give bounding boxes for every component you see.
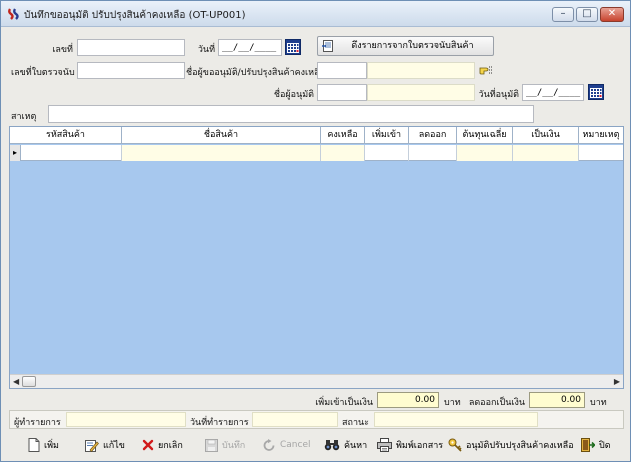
state-label: สถานะ	[342, 418, 369, 428]
maximize-button[interactable]: □	[576, 7, 598, 22]
date-label: วันที่	[197, 45, 215, 55]
edit-icon	[85, 440, 99, 452]
creator-label: ผู้ทำรายการ	[14, 418, 61, 428]
decrease-currency: บาท	[590, 398, 607, 408]
add-button[interactable]: เพิ่ม	[28, 435, 59, 455]
cell-amount	[513, 145, 579, 161]
col-header-product-code[interactable]: รหัสสินค้า	[10, 127, 122, 144]
close-button-label: ปิด	[599, 441, 611, 451]
grid-header: รหัสสินค้า ชื่อสินค้า คงเหลือ เพิ่มเข้า …	[10, 127, 623, 144]
scroll-right-icon[interactable]: ▶	[614, 377, 620, 386]
approver-name-field	[367, 84, 475, 101]
remark-label: สาเหตุ	[11, 112, 37, 122]
exit-door-icon	[581, 438, 595, 452]
col-header-amount[interactable]: เป็นเงิน	[513, 127, 579, 144]
cancel-button-label: Cancel	[280, 440, 311, 450]
cancel-button[interactable]: Cancel	[263, 435, 311, 455]
approve-button[interactable]: อนุมัติปรับปรุงสินค้าคงเหลือ	[448, 435, 574, 455]
approve-button-label: อนุมัติปรับปรุงสินค้าคงเหลือ	[466, 441, 574, 451]
created-date-field	[252, 412, 338, 427]
cell-avg-cost	[457, 145, 513, 161]
cell-balance	[321, 145, 365, 161]
document-import-icon	[322, 40, 333, 52]
app-logo-icon	[8, 8, 19, 20]
delete-x-icon	[142, 439, 154, 451]
key-icon	[448, 438, 462, 452]
state-field	[374, 412, 538, 427]
fetch-count-doc-button[interactable]: ดึงรายการจากใบตรวจนับสินค้า	[317, 36, 494, 56]
row-indicator[interactable]: ▸	[10, 145, 21, 161]
col-header-product-name[interactable]: ชื่อสินค้า	[122, 127, 321, 144]
save-disk-icon	[205, 438, 218, 452]
add-button-label: เพิ่ม	[44, 441, 59, 451]
printer-icon	[377, 438, 392, 452]
creator-field	[66, 412, 186, 427]
cancel-doc-button-label: ยกเลิก	[158, 441, 183, 451]
requester-code-input[interactable]	[317, 62, 367, 79]
fetch-count-doc-label: ดึงรายการจากใบตรวจนับสินค้า	[351, 41, 474, 51]
binoculars-icon	[324, 440, 340, 451]
created-date-label: วันที่ทำรายการ	[190, 418, 249, 428]
close-button[interactable]: ปิด	[581, 435, 611, 455]
bottom-toolbar: เพิ่ม แก้ไข ยกเลิก บันทึก Cancel ค้นหา พ…	[1, 431, 630, 459]
print-button-label: พิมพ์เอกสาร	[396, 441, 444, 451]
col-header-note[interactable]: หมายเหตุ	[579, 127, 623, 144]
cell-increase[interactable]	[365, 145, 409, 161]
decrease-total-label: ลดออกเป็นเงิน	[468, 398, 525, 408]
col-header-decrease[interactable]: ลดออก	[409, 127, 457, 144]
horizontal-scrollbar[interactable]: ◀ ▶	[10, 374, 623, 388]
count-doc-label: เลขที่ใบตรวจนับ	[11, 68, 75, 78]
approve-calendar-icon[interactable]	[588, 84, 604, 100]
cell-product-code[interactable]	[21, 145, 122, 161]
approver-code-input[interactable]	[317, 84, 367, 101]
save-button-label: บันทึก	[222, 441, 246, 451]
increase-currency: บาท	[444, 398, 461, 408]
increase-total-label: เพิ่มเข้าเป็นเงิน	[315, 398, 373, 408]
undo-icon	[263, 438, 275, 451]
col-header-increase[interactable]: เพิ่มเข้า	[365, 127, 409, 144]
search-button[interactable]: ค้นหา	[324, 435, 367, 455]
cell-note[interactable]	[579, 145, 623, 161]
print-button[interactable]: พิมพ์เอกสาร	[377, 435, 443, 455]
save-button[interactable]: บันทึก	[205, 435, 245, 455]
cell-product-name	[122, 145, 321, 161]
approver-label: ชื่อผู้อนุมัติ	[273, 90, 314, 100]
approve-date-label: วันที่อนุมัติ	[478, 90, 519, 100]
edit-button[interactable]: แก้ไข	[85, 435, 125, 455]
remark-input[interactable]	[48, 105, 534, 123]
approve-date-input[interactable]: __/__/____	[522, 84, 584, 101]
requester-label: ชื่อผู้ขออนุมัติ/ปรับปรุงสินค้าคงเหลือ	[186, 68, 325, 78]
table-row[interactable]: ▸	[10, 145, 623, 161]
search-button-label: ค้นหา	[344, 441, 368, 451]
minimize-button[interactable]: –	[552, 7, 574, 22]
doc-no-input[interactable]	[77, 39, 185, 56]
status-bar: ผู้ทำรายการ วันที่ทำรายการ สถานะ	[9, 410, 624, 429]
requester-name-field	[367, 62, 475, 79]
col-header-avg-cost[interactable]: ต้นทุนเฉลี่ย	[457, 127, 513, 144]
col-header-balance[interactable]: คงเหลือ	[321, 127, 365, 144]
cell-decrease[interactable]	[409, 145, 457, 161]
scroll-left-icon[interactable]: ◀	[13, 377, 19, 386]
pointing-hand-icon[interactable]	[479, 64, 493, 76]
scroll-thumb[interactable]	[22, 376, 36, 387]
count-doc-input[interactable]	[77, 62, 185, 79]
date-input[interactable]: __/__/____	[218, 39, 282, 56]
new-document-icon	[28, 438, 40, 452]
items-grid: รหัสสินค้า ชื่อสินค้า คงเหลือ เพิ่มเข้า …	[9, 126, 624, 389]
edit-button-label: แก้ไข	[103, 441, 125, 451]
close-window-button[interactable]: ✕	[600, 7, 624, 22]
title-bar: บันทึกขออนุมัติ ปรับปรุงสินค้าคงเหลือ (O…	[1, 1, 630, 27]
decrease-total-value: 0.00	[529, 392, 585, 408]
window-title: บันทึกขออนุมัติ ปรับปรุงสินค้าคงเหลือ (O…	[24, 10, 246, 21]
increase-total-value: 0.00	[377, 392, 439, 408]
app-window: บันทึกขออนุมัติ ปรับปรุงสินค้าคงเหลือ (O…	[0, 0, 631, 462]
calendar-icon[interactable]	[285, 39, 301, 55]
doc-no-label: เลขที่	[52, 45, 73, 55]
cancel-doc-button[interactable]: ยกเลิก	[142, 435, 183, 455]
